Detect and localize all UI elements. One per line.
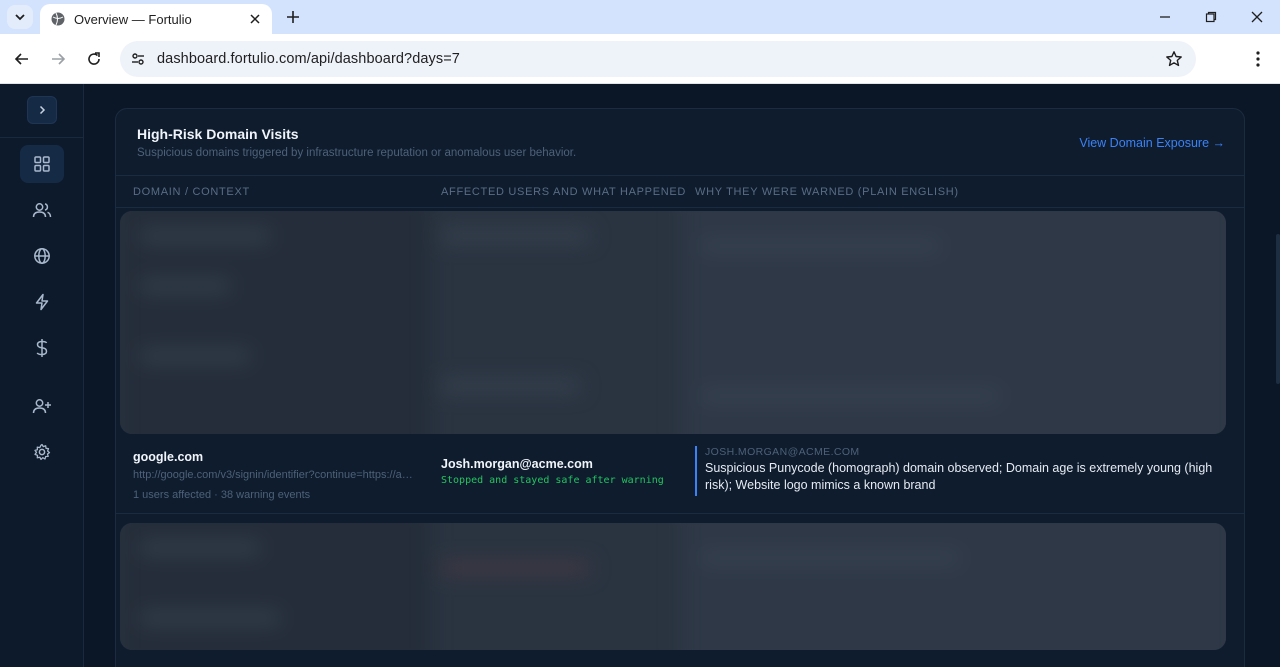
close-icon: [1251, 11, 1263, 23]
column-header-affected-users: AFFECTED USERS AND WHAT HAPPENED: [441, 186, 687, 198]
globe-icon: [34, 248, 50, 264]
lightning-icon: [35, 293, 49, 311]
domain-impact-summary: 1 users affected · 38 warning events: [133, 489, 311, 501]
tab-search-button[interactable]: [7, 5, 33, 29]
page-scrollbar[interactable]: [1276, 234, 1280, 384]
chevron-right-icon: [39, 105, 46, 115]
sidebar-item-invite[interactable]: [20, 387, 64, 425]
sidebar-expand-button[interactable]: [27, 96, 57, 124]
globe-icon: [51, 12, 65, 26]
grid-icon: [34, 156, 50, 172]
reload-button[interactable]: [82, 47, 106, 71]
forward-button[interactable]: [46, 47, 70, 71]
warning-reason: JOSH.MORGAN@ACME.COM Suspicious Punycode…: [695, 446, 1235, 496]
star-icon: [1166, 51, 1182, 67]
minimize-button[interactable]: [1154, 6, 1176, 28]
card-subtitle: Suspicious domains triggered by infrastr…: [137, 147, 577, 159]
warning-reason-user: JOSH.MORGAN@ACME.COM: [705, 446, 860, 458]
url-text[interactable]: dashboard.fortulio.com/api/dashboard?day…: [157, 51, 460, 67]
table-row[interactable]: google.com http://google.com/v3/signin/i…: [116, 436, 1244, 514]
sidebar-divider: [0, 137, 84, 138]
high-risk-domains-card: High-Risk Domain Visits Suspicious domai…: [115, 108, 1245, 667]
site-info-button[interactable]: [128, 49, 148, 69]
arrow-left-icon: [14, 53, 28, 65]
redacted-rows-block: [120, 211, 1226, 434]
sidebar-item-users[interactable]: [20, 191, 64, 229]
warning-reason-text: Suspicious Punycode (homograph) domain o…: [705, 461, 1213, 492]
new-tab-button[interactable]: [282, 6, 304, 28]
sidebar-item-billing[interactable]: [20, 329, 64, 367]
column-header-why-warned: WHY THEY WERE WARNED (PLAIN ENGLISH): [695, 186, 959, 198]
domain-name: google.com: [133, 450, 204, 464]
browser-menu-button[interactable]: [1248, 47, 1268, 71]
browser-tab-bar: Overview — Fortulio: [0, 0, 1280, 34]
user-plus-icon: [32, 399, 51, 414]
browser-tab[interactable]: Overview — Fortulio: [40, 4, 272, 34]
sidebar-item-overview[interactable]: [20, 145, 64, 183]
close-icon: [250, 14, 260, 24]
affected-user: Josh.morgan@acme.com: [441, 457, 593, 471]
restore-icon: [1205, 11, 1217, 23]
back-button[interactable]: [10, 47, 34, 71]
bookmark-button[interactable]: [1164, 49, 1184, 69]
chevron-down-icon: [15, 14, 25, 21]
close-window-button[interactable]: [1246, 6, 1268, 28]
gear-icon: [34, 443, 51, 461]
view-domain-exposure-link[interactable]: View Domain Exposure →: [1079, 136, 1225, 150]
browser-toolbar: dashboard.fortulio.com/api/dashboard?day…: [0, 34, 1280, 84]
dollar-icon: [36, 339, 48, 357]
domain-url: http://google.com/v3/signin/identifier?c…: [133, 469, 413, 481]
user-outcome: Stopped and stayed safe after warning: [441, 475, 664, 486]
card-header-divider: [116, 175, 1244, 176]
card-title: High-Risk Domain Visits: [137, 126, 299, 142]
redacted-rows-block: [120, 523, 1226, 650]
restore-button[interactable]: [1200, 6, 1222, 28]
sidebar-item-events[interactable]: [20, 283, 64, 321]
tab-title: Overview — Fortulio: [74, 11, 192, 27]
minimize-icon: [1160, 16, 1170, 18]
sidebar-item-settings[interactable]: [20, 433, 64, 471]
tune-icon: [132, 53, 144, 65]
sidebar: [0, 84, 84, 667]
column-header-domain: DOMAIN / CONTEXT: [133, 186, 250, 198]
sidebar-item-domains[interactable]: [20, 237, 64, 275]
arrow-right-icon: [52, 53, 66, 65]
reload-icon: [88, 52, 100, 65]
app-viewport: High-Risk Domain Visits Suspicious domai…: [0, 84, 1280, 667]
address-bar[interactable]: dashboard.fortulio.com/api/dashboard?day…: [120, 41, 1196, 77]
close-tab-button[interactable]: [246, 10, 264, 28]
users-icon: [32, 203, 52, 218]
plus-icon: [287, 11, 299, 23]
more-vertical-icon: [1256, 51, 1260, 67]
column-header-divider: [116, 207, 1244, 208]
